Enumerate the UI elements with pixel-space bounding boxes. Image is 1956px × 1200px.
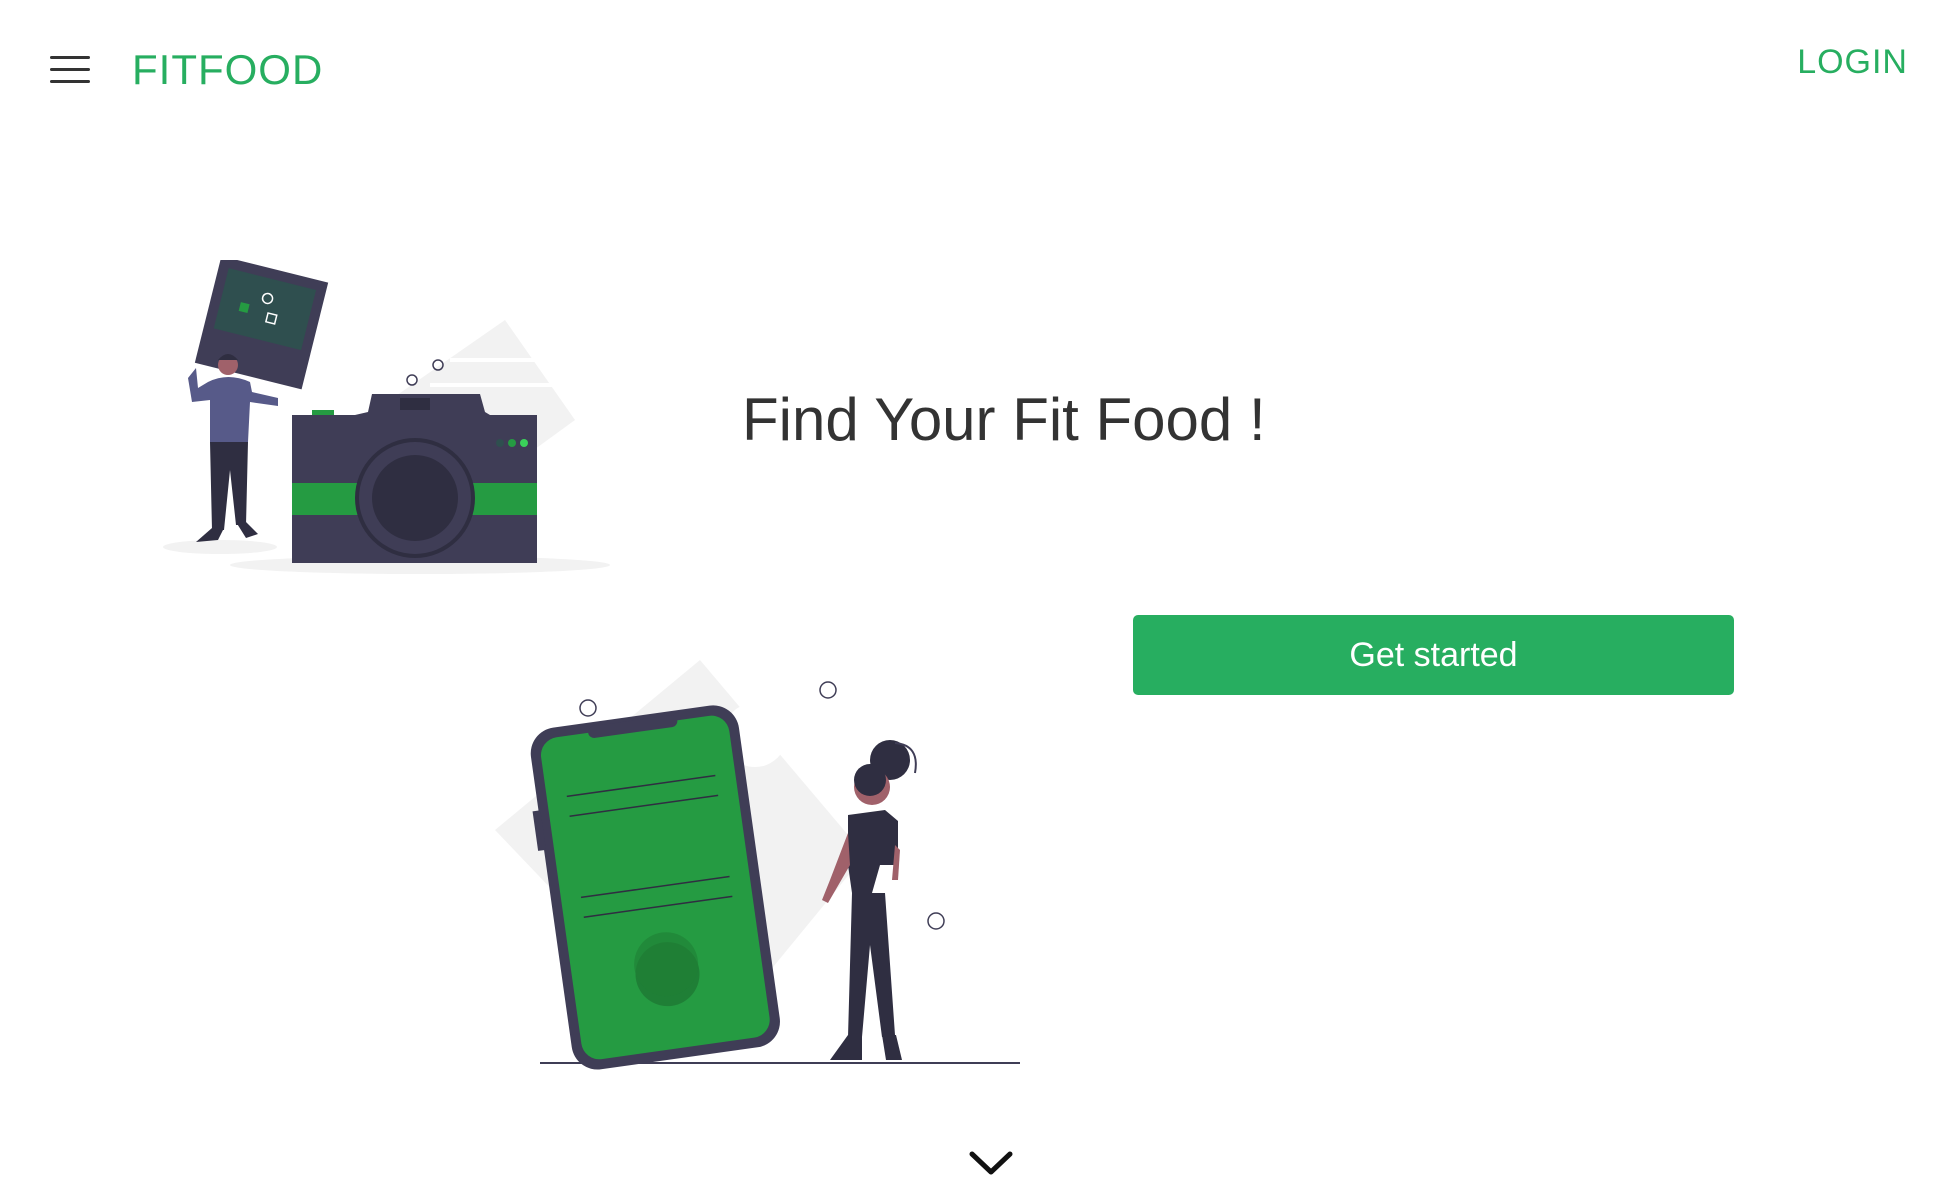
camera-illustration [163, 260, 610, 574]
chevron-down-icon[interactable] [966, 1146, 1016, 1180]
brand-logo-link[interactable]: FITFOOD [132, 44, 323, 96]
hamburger-menu-button[interactable] [48, 52, 92, 88]
login-link[interactable]: LOGIN [1797, 38, 1908, 86]
hamburger-menu-icon [50, 68, 90, 71]
landing-page: FITFOOD LOGIN Find Your Fit Food ! Get s… [0, 0, 1956, 1200]
hero-title: Find Your Fit Food ! [742, 386, 1266, 453]
hamburger-menu-icon [50, 80, 90, 83]
hamburger-menu-icon [50, 56, 90, 59]
phone-illustration [495, 660, 1020, 1070]
get-started-button[interactable]: Get started [1133, 615, 1734, 695]
